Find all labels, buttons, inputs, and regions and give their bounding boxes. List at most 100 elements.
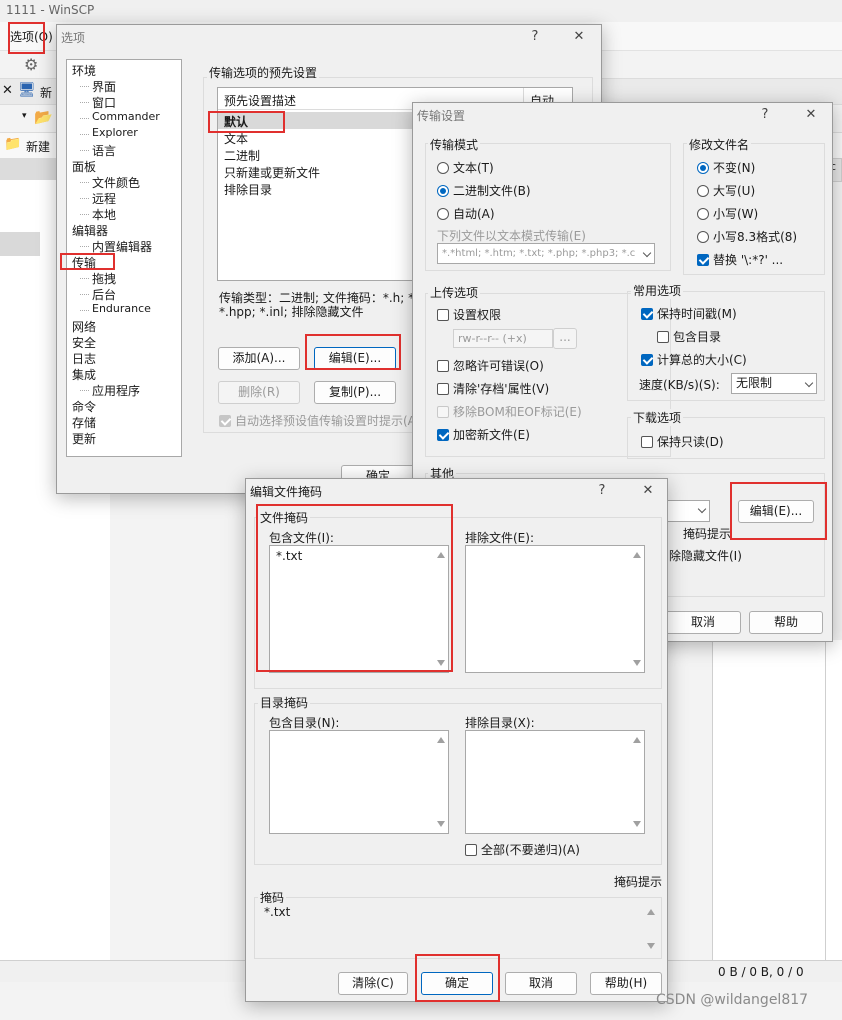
transfer-help-button[interactable]: ?: [751, 105, 779, 125]
remove-bom-row[interactable]: 移除BOM和EOF标记(E): [437, 403, 582, 420]
transfer-close-button[interactable]: ✕: [797, 105, 825, 125]
exclude-files-box[interactable]: [465, 545, 645, 673]
rename-upper-radio[interactable]: [697, 184, 709, 197]
calc-total-row[interactable]: 计算总的大小(C): [641, 351, 747, 368]
tree-item[interactable]: 集成: [72, 366, 96, 383]
tree-item[interactable]: 文件颜色: [92, 174, 140, 191]
scroll-up-icon[interactable]: [633, 737, 641, 743]
permissions-more-button[interactable]: ...: [553, 328, 577, 349]
rename-upper-row[interactable]: 大写(U): [697, 182, 755, 199]
tree-item[interactable]: 远程: [92, 190, 116, 207]
mask-hint-link[interactable]: 掩码提示: [614, 873, 662, 890]
options-help-button[interactable]: ?: [521, 27, 549, 47]
tree-item[interactable]: 应用程序: [92, 382, 140, 399]
rename-lower83-row[interactable]: 小写8.3格式(8): [697, 228, 797, 245]
scroll-up-icon[interactable]: [647, 909, 655, 915]
tree-item[interactable]: 后台: [92, 286, 116, 303]
keep-timestamp-checkbox[interactable]: [641, 307, 653, 320]
mask-close-button[interactable]: ✕: [634, 481, 662, 501]
set-permissions-checkbox[interactable]: [437, 308, 449, 321]
rename-replace-checkbox[interactable]: [697, 253, 709, 266]
keep-readonly-checkbox[interactable]: [641, 435, 653, 448]
copy-preset-button[interactable]: 复制(P)...: [314, 381, 396, 404]
rename-nochange-row[interactable]: 不变(N): [697, 159, 755, 176]
set-permissions-row[interactable]: 设置权限: [437, 306, 501, 323]
speed-combo[interactable]: 无限制: [731, 373, 817, 394]
auto-select-row[interactable]: 自动选择预设值传输设置时提示(A: [219, 412, 416, 429]
rename-replace-row[interactable]: 替换 '\:*?' ...: [697, 251, 783, 268]
scroll-down-icon[interactable]: [633, 660, 641, 666]
clear-archive-row[interactable]: 清除'存档'属性(V): [437, 380, 549, 397]
tree-item[interactable]: 日志: [72, 350, 96, 367]
col-description[interactable]: 预先设置描述: [224, 92, 296, 109]
mode-list-combo[interactable]: *.*html; *.htm; *.txt; *.php; *.php3; *.…: [437, 243, 655, 264]
tree-item[interactable]: Endurance: [92, 302, 151, 315]
mask-help-btn[interactable]: 帮助(H): [590, 972, 662, 995]
all-recursive-row[interactable]: 全部(不要递归)(A): [465, 841, 580, 858]
tree-item[interactable]: 安全: [72, 334, 96, 351]
tree-item[interactable]: 语言: [92, 142, 116, 159]
scroll-down-icon[interactable]: [437, 821, 445, 827]
mode-auto-row[interactable]: 自动(A): [437, 205, 495, 222]
all-recursive-checkbox[interactable]: [465, 843, 477, 856]
mask-cancel-button[interactable]: 取消: [505, 972, 577, 995]
exclude-dirs-box[interactable]: [465, 730, 645, 834]
preset-binary[interactable]: 二进制: [224, 147, 260, 164]
session-tab-label[interactable]: 新: [40, 84, 52, 101]
tree-item[interactable]: 本地: [92, 206, 116, 223]
mode-binary-radio[interactable]: [437, 184, 449, 197]
ignore-perm-errors-checkbox[interactable]: [437, 359, 449, 372]
tree-item[interactable]: 窗口: [92, 94, 116, 111]
transfer-help-btn[interactable]: 帮助: [749, 611, 823, 634]
mode-auto-radio[interactable]: [437, 207, 449, 220]
include-dirs-scrollbar[interactable]: [434, 731, 448, 833]
dropdown-arrow-icon[interactable]: ▾: [22, 111, 27, 121]
encrypt-new-row[interactable]: 加密新文件(E): [437, 426, 530, 443]
scroll-up-icon[interactable]: [437, 737, 445, 743]
rename-lower-radio[interactable]: [697, 207, 709, 220]
tree-item[interactable]: Commander: [92, 110, 160, 123]
selected-row[interactable]: [0, 232, 40, 256]
tree-item[interactable]: 更新: [72, 430, 96, 447]
include-dirs-box[interactable]: [269, 730, 449, 834]
gear-icon[interactable]: ⚙: [24, 55, 38, 74]
auto-select-checkbox[interactable]: [219, 414, 231, 427]
keep-readonly-row[interactable]: 保持只读(D): [641, 433, 724, 450]
permissions-field[interactable]: rw-r--r-- (+x): [453, 329, 553, 348]
ignore-perm-errors-row[interactable]: 忽略许可错误(O): [437, 357, 544, 374]
scroll-up-icon[interactable]: [633, 552, 641, 558]
preset-newer-only[interactable]: 只新建或更新文件: [224, 164, 320, 181]
options-close-button[interactable]: ✕: [565, 27, 593, 47]
add-preset-button[interactable]: 添加(A)...: [218, 347, 300, 370]
rename-lower-row[interactable]: 小写(W): [697, 205, 758, 222]
tree-item[interactable]: 界面: [92, 78, 116, 95]
tree-item[interactable]: 存储: [72, 414, 96, 431]
calc-total-checkbox[interactable]: [641, 353, 653, 366]
tree-item[interactable]: 编辑器: [72, 222, 108, 239]
mask-preview-scrollbar[interactable]: [644, 903, 658, 955]
mask-clear-button[interactable]: 清除(C): [338, 972, 408, 995]
mode-text-row[interactable]: 文本(T): [437, 159, 494, 176]
mask-hint-link[interactable]: 掩码提示: [683, 525, 731, 542]
tree-item[interactable]: 命令: [72, 398, 96, 415]
delete-preset-button[interactable]: 删除(R): [218, 381, 300, 404]
mode-binary-row[interactable]: 二进制文件(B): [437, 182, 531, 199]
keep-timestamp-row[interactable]: 保持时间戳(M): [641, 305, 737, 322]
folder-icon[interactable]: 📂: [34, 108, 53, 126]
scroll-down-icon[interactable]: [633, 821, 641, 827]
include-dirs-row[interactable]: 包含目录: [657, 328, 721, 345]
tree-item[interactable]: 面板: [72, 158, 96, 175]
scroll-down-icon[interactable]: [647, 943, 655, 949]
rename-nochange-radio[interactable]: [697, 161, 709, 174]
remove-bom-checkbox[interactable]: [437, 405, 449, 418]
tree-item[interactable]: 网络: [72, 318, 96, 335]
exclude-dirs-scrollbar[interactable]: [630, 731, 644, 833]
exclude-files-scrollbar[interactable]: [630, 546, 644, 672]
rename-lower83-radio[interactable]: [697, 230, 709, 243]
tree-item[interactable]: Explorer: [92, 126, 138, 139]
tree-item[interactable]: 拖拽: [92, 270, 116, 287]
include-dirs-checkbox[interactable]: [657, 330, 669, 343]
new-button[interactable]: 新建: [26, 138, 50, 155]
transfer-cancel-button[interactable]: 取消: [665, 611, 741, 634]
exclude-hidden-label[interactable]: 除隐藏文件(I): [669, 547, 742, 564]
